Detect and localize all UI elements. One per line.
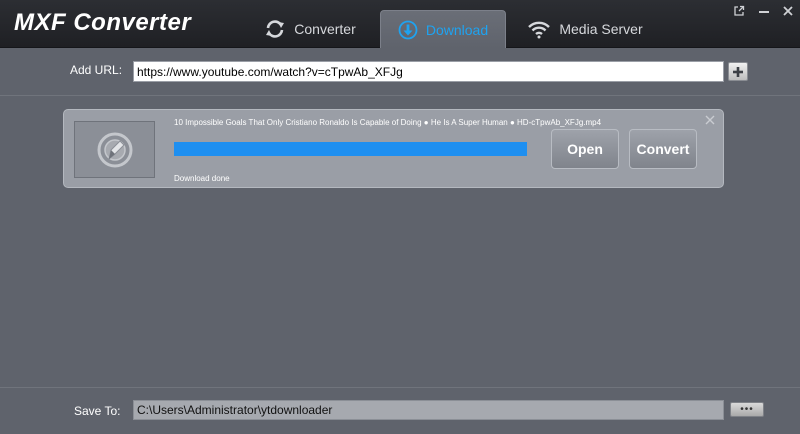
minimize-icon[interactable] bbox=[756, 4, 772, 18]
open-button[interactable]: Open bbox=[551, 129, 619, 169]
download-progress-bar bbox=[174, 142, 527, 156]
tab-converter[interactable]: Converter bbox=[250, 10, 370, 48]
app-title: MXF Converter bbox=[14, 9, 192, 36]
tab-download-label: Download bbox=[425, 21, 489, 38]
download-status: Download done bbox=[174, 174, 230, 183]
convert-button[interactable]: Convert bbox=[629, 129, 697, 169]
video-thumbnail bbox=[74, 121, 155, 178]
add-url-label: Add URL: bbox=[70, 63, 123, 77]
browse-folder-button[interactable]: ••• bbox=[730, 402, 764, 417]
close-icon[interactable] bbox=[780, 4, 796, 18]
tab-media-server[interactable]: Media Server bbox=[520, 10, 650, 48]
tab-converter-label: Converter bbox=[294, 21, 356, 37]
download-file-name: 10 Impossible Goals That Only Cristiano … bbox=[174, 118, 602, 127]
download-item-card: 10 Impossible Goals That Only Cristiano … bbox=[63, 109, 724, 188]
bottom-divider bbox=[0, 387, 800, 388]
plus-icon bbox=[732, 66, 744, 78]
refresh-icon bbox=[264, 19, 286, 39]
download-progress-fill bbox=[174, 142, 527, 156]
edit-video-icon bbox=[95, 130, 135, 170]
url-input[interactable] bbox=[133, 61, 724, 82]
remove-item-close-icon[interactable] bbox=[705, 115, 715, 125]
save-path-input[interactable] bbox=[133, 400, 724, 420]
popout-icon[interactable] bbox=[731, 4, 747, 18]
add-url-button[interactable] bbox=[728, 62, 748, 81]
download-icon bbox=[398, 20, 418, 40]
top-divider bbox=[0, 95, 800, 96]
title-bar: MXF Converter Converter Download Media S… bbox=[0, 0, 800, 48]
wifi-icon bbox=[527, 19, 551, 39]
save-to-label: Save To: bbox=[74, 404, 121, 418]
tab-download[interactable]: Download bbox=[380, 10, 506, 48]
tab-media-server-label: Media Server bbox=[559, 21, 643, 37]
